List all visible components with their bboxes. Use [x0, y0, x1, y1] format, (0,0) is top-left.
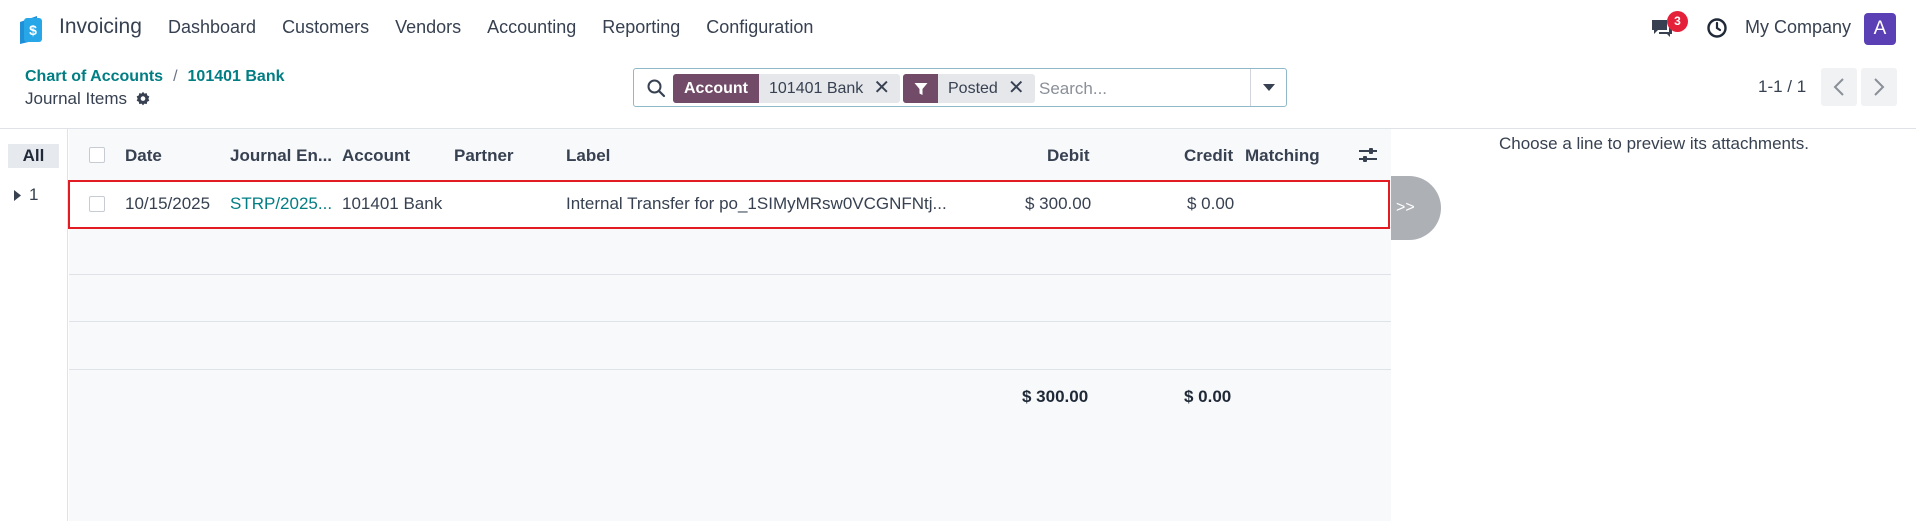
main-menu: Dashboard Customers Vendors Accounting R…: [168, 17, 839, 38]
gear-icon[interactable]: [135, 91, 151, 107]
search-bar: Account 101401 Bank ✕ Posted ✕: [633, 68, 1287, 107]
facet-account-remove-icon[interactable]: ✕: [873, 74, 900, 103]
pager-value[interactable]: 1-1 / 1: [1758, 77, 1806, 97]
menu-configuration[interactable]: Configuration: [706, 17, 813, 38]
column-journal-entry[interactable]: Journal En...: [230, 146, 332, 166]
group-item-label: 1: [29, 185, 39, 204]
svg-text:$: $: [29, 22, 37, 38]
app-name[interactable]: Invoicing: [59, 15, 142, 39]
column-credit[interactable]: Credit: [1184, 146, 1233, 166]
filter-icon: [903, 74, 938, 103]
page-title-wrap: Journal Items: [25, 89, 151, 109]
empty-row: [69, 228, 1391, 275]
caret-right-icon: [14, 189, 21, 201]
messages-badge: 3: [1667, 11, 1688, 32]
breadcrumb-separator: /: [173, 68, 178, 85]
top-navbar: $ Invoicing Dashboard Customers Vendors …: [0, 0, 1916, 57]
column-partner[interactable]: Partner: [454, 146, 514, 166]
optional-columns-icon[interactable]: [1358, 147, 1378, 163]
user-avatar[interactable]: A: [1864, 13, 1896, 45]
menu-dashboard[interactable]: Dashboard: [168, 17, 256, 38]
facet-account-label: Account: [673, 74, 759, 103]
chevron-right-icon: [1874, 78, 1885, 96]
menu-vendors[interactable]: Vendors: [395, 17, 461, 38]
invoicing-app-icon[interactable]: $: [17, 14, 47, 44]
activity-clock-icon[interactable]: [1706, 17, 1728, 39]
preview-empty-text: Choose a line to preview its attachments…: [1499, 134, 1809, 153]
column-label[interactable]: Label: [566, 146, 610, 166]
group-panel: All 1: [0, 129, 68, 521]
facet-posted: Posted ✕: [903, 74, 1035, 103]
company-switcher[interactable]: My Company: [1745, 17, 1851, 38]
total-credit: $ 0.00: [1184, 387, 1232, 406]
search-icon[interactable]: [646, 78, 666, 98]
empty-row: [69, 323, 1391, 370]
column-date[interactable]: Date: [125, 146, 162, 166]
column-debit[interactable]: Debit: [1047, 146, 1090, 166]
total-debit: $ 300.00: [1022, 387, 1089, 406]
search-input[interactable]: [1039, 75, 1239, 102]
attachment-preview-panel: Choose a line to preview its attachments…: [1392, 129, 1916, 521]
chevron-left-icon: [1833, 78, 1844, 96]
breadcrumb-account[interactable]: 101401 Bank: [188, 68, 285, 86]
group-item[interactable]: 1: [14, 185, 38, 205]
table-header: Date Journal En... Account Partner Label…: [69, 129, 1391, 179]
facet-account-value: 101401 Bank: [769, 80, 864, 97]
group-all[interactable]: All: [8, 144, 59, 168]
facet-posted-value: Posted: [948, 80, 998, 97]
search-options-toggle[interactable]: [1250, 69, 1286, 106]
breadcrumb: Chart of Accounts / 101401 Bank: [25, 68, 285, 86]
pager-next-button[interactable]: [1861, 68, 1897, 106]
facet-account: Account 101401 Bank ✕: [673, 74, 901, 103]
pager-previous-button[interactable]: [1821, 68, 1857, 106]
menu-accounting[interactable]: Accounting: [487, 17, 576, 38]
select-all-checkbox[interactable]: [89, 147, 105, 163]
empty-row: [69, 275, 1391, 322]
column-matching[interactable]: Matching: [1245, 146, 1320, 166]
column-account[interactable]: Account: [342, 146, 410, 166]
facet-posted-remove-icon[interactable]: ✕: [1008, 74, 1035, 103]
caret-down-icon: [1262, 83, 1275, 91]
selected-row-highlight: [68, 180, 1390, 229]
menu-customers[interactable]: Customers: [282, 17, 369, 38]
menu-reporting[interactable]: Reporting: [602, 17, 680, 38]
page-title: Journal Items: [25, 89, 128, 108]
breadcrumb-chart-of-accounts[interactable]: Chart of Accounts: [25, 68, 163, 86]
